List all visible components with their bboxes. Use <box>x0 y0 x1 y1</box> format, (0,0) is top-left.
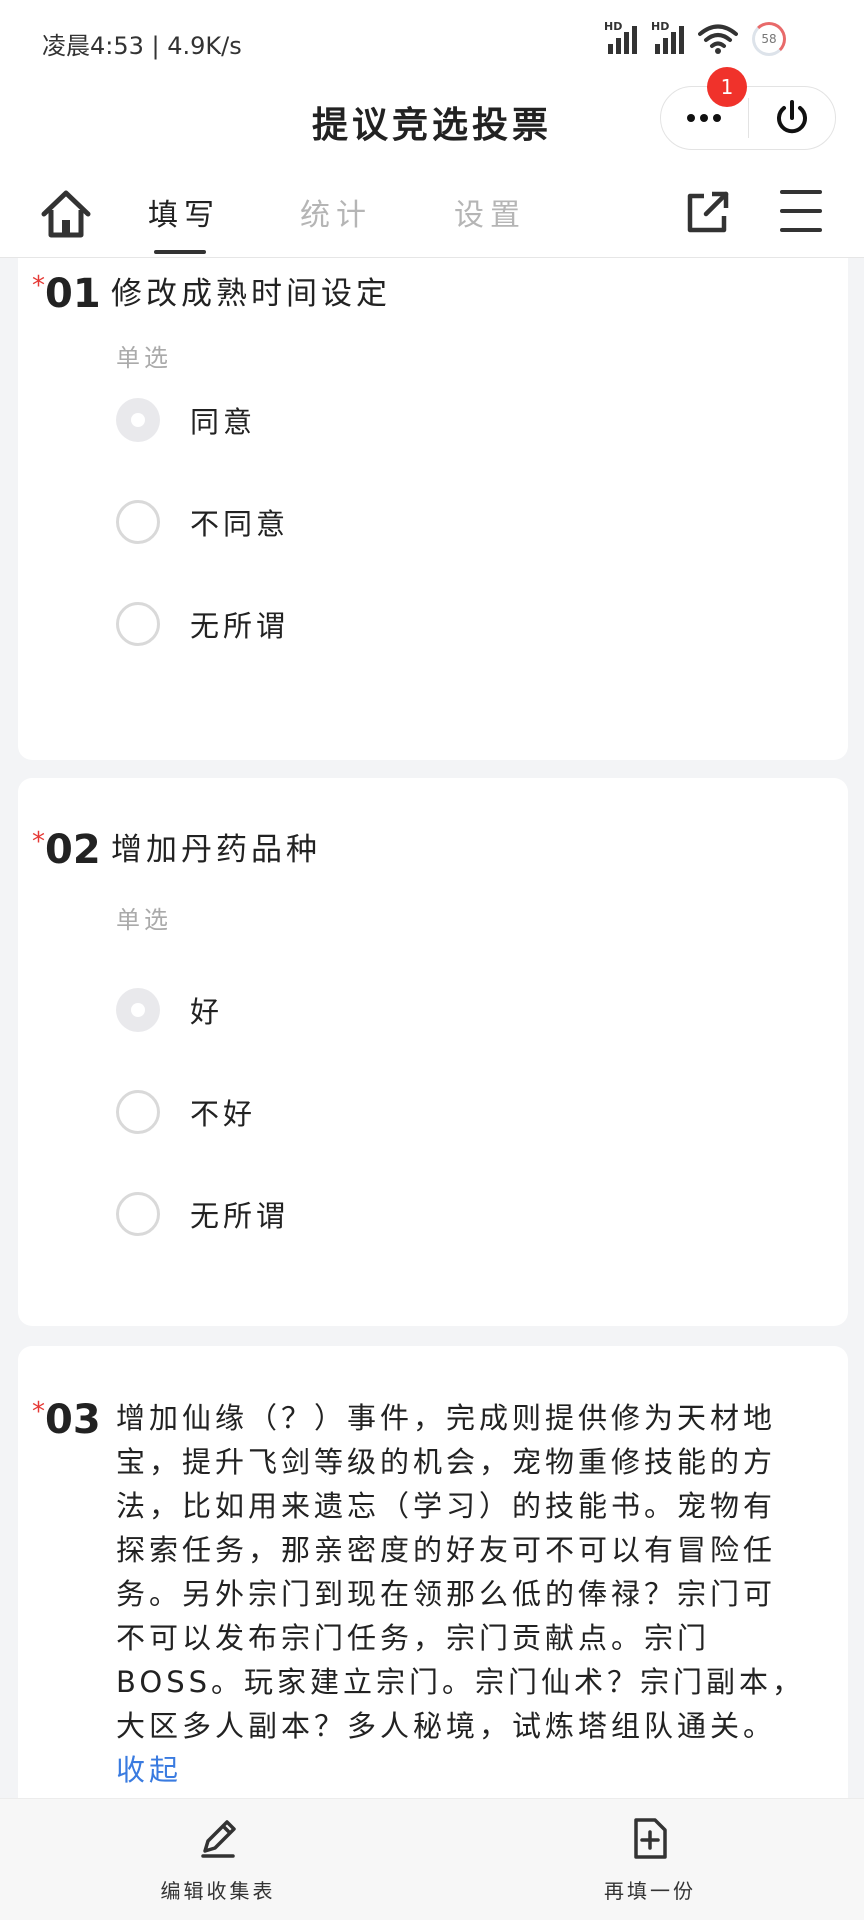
menu-button[interactable] <box>780 190 822 232</box>
notification-badge: 1 <box>707 67 747 107</box>
question-header: * 03 <box>32 1397 111 1443</box>
question-number: 01 <box>45 271 101 317</box>
question-header: * 02 增加丹药品种 <box>32 827 321 873</box>
close-button[interactable] <box>749 87 836 149</box>
edit-form-button[interactable]: 编辑收集表 <box>118 1815 318 1904</box>
collapse-link[interactable]: 收起 <box>116 1753 182 1787</box>
option-good[interactable]: 好 <box>116 988 223 1032</box>
hd-label-2: HD <box>651 20 670 33</box>
radio-button[interactable] <box>116 1192 160 1236</box>
tab-settings[interactable]: 设置 <box>454 190 526 234</box>
question-type: 单选 <box>116 906 172 934</box>
hd-label: HD <box>604 20 623 33</box>
tab-fill[interactable]: 填写 <box>148 190 220 234</box>
tab-statistics[interactable]: 统计 <box>300 190 372 234</box>
status-icons: HD HD 58 <box>604 20 786 56</box>
option-indifferent[interactable]: 无所谓 <box>116 1192 289 1236</box>
option-label: 好 <box>190 995 224 1029</box>
question-type: 单选 <box>116 344 172 372</box>
option-indifferent[interactable]: 无所谓 <box>116 602 289 646</box>
power-icon <box>776 100 807 134</box>
tab-bar: 填写 统计 设置 <box>0 172 864 258</box>
wifi-icon <box>698 24 738 54</box>
required-marker: * <box>32 1397 45 1427</box>
question-title: 增加仙缘（？）事件，完成则提供修为天材地宝，提升飞剑等级的机会，宠物重修技能的方… <box>116 1396 806 1792</box>
more-button[interactable]: 1 <box>661 67 748 149</box>
signal-icon-2: HD <box>651 20 684 54</box>
question-header: * 01 修改成熟时间设定 <box>32 271 391 317</box>
question-card-3: * 03 增加仙缘（？）事件，完成则提供修为天材地宝，提升飞剑等级的机会，宠物重… <box>18 1346 848 1798</box>
battery-level: 58 <box>761 32 777 46</box>
battery-icon: 58 <box>752 22 786 56</box>
more-icon <box>687 114 722 122</box>
share-icon <box>687 191 729 233</box>
new-document-icon <box>634 1818 667 1859</box>
radio-button[interactable] <box>116 988 160 1032</box>
mini-program-capsule: 1 <box>660 67 836 150</box>
option-label: 同意 <box>190 405 257 439</box>
refill-label: 再填一份 <box>604 1879 696 1903</box>
question-card-2: * 02 增加丹药品种 单选 好 不好 无所谓 <box>18 778 848 1326</box>
active-tab-indicator <box>154 250 206 254</box>
form-content[interactable]: * 01 修改成熟时间设定 单选 同意 不同意 无所谓 * 02 增加丹药品种 … <box>0 258 864 1798</box>
pencil-icon <box>201 1820 236 1858</box>
question-title: 增加丹药品种 <box>111 832 321 868</box>
menu-icon <box>780 190 822 194</box>
option-label: 不同意 <box>190 507 290 541</box>
share-button[interactable] <box>682 188 732 238</box>
option-label: 不好 <box>190 1097 257 1131</box>
required-marker: * <box>32 271 45 301</box>
required-marker: * <box>32 827 45 857</box>
radio-button[interactable] <box>116 1090 160 1134</box>
option-disagree[interactable]: 不同意 <box>116 500 289 544</box>
status-time: 凌晨4:53 | 4.9K/s <box>42 32 242 60</box>
radio-button[interactable] <box>116 500 160 544</box>
signal-icon: HD <box>604 20 637 54</box>
option-label: 无所谓 <box>190 1199 290 1233</box>
option-label: 无所谓 <box>190 609 290 643</box>
question-title: 修改成熟时间设定 <box>111 276 391 312</box>
bottom-action-bar: 编辑收集表 再填一份 <box>0 1798 864 1920</box>
radio-button[interactable] <box>116 398 160 442</box>
refill-button[interactable]: 再填一份 <box>550 1815 750 1904</box>
question-card-1: * 01 修改成熟时间设定 单选 同意 不同意 无所谓 <box>18 258 848 760</box>
radio-button[interactable] <box>116 602 160 646</box>
edit-form-label: 编辑收集表 <box>160 1879 276 1903</box>
option-not-good[interactable]: 不好 <box>116 1090 256 1134</box>
question-text: 增加仙缘（？）事件，完成则提供修为天材地宝，提升飞剑等级的机会，宠物重修技能的方… <box>116 1401 806 1743</box>
question-number: 02 <box>45 827 101 873</box>
question-number: 03 <box>45 1397 101 1443</box>
option-agree[interactable]: 同意 <box>116 398 256 442</box>
home-icon <box>41 190 91 238</box>
home-button[interactable] <box>38 186 94 242</box>
